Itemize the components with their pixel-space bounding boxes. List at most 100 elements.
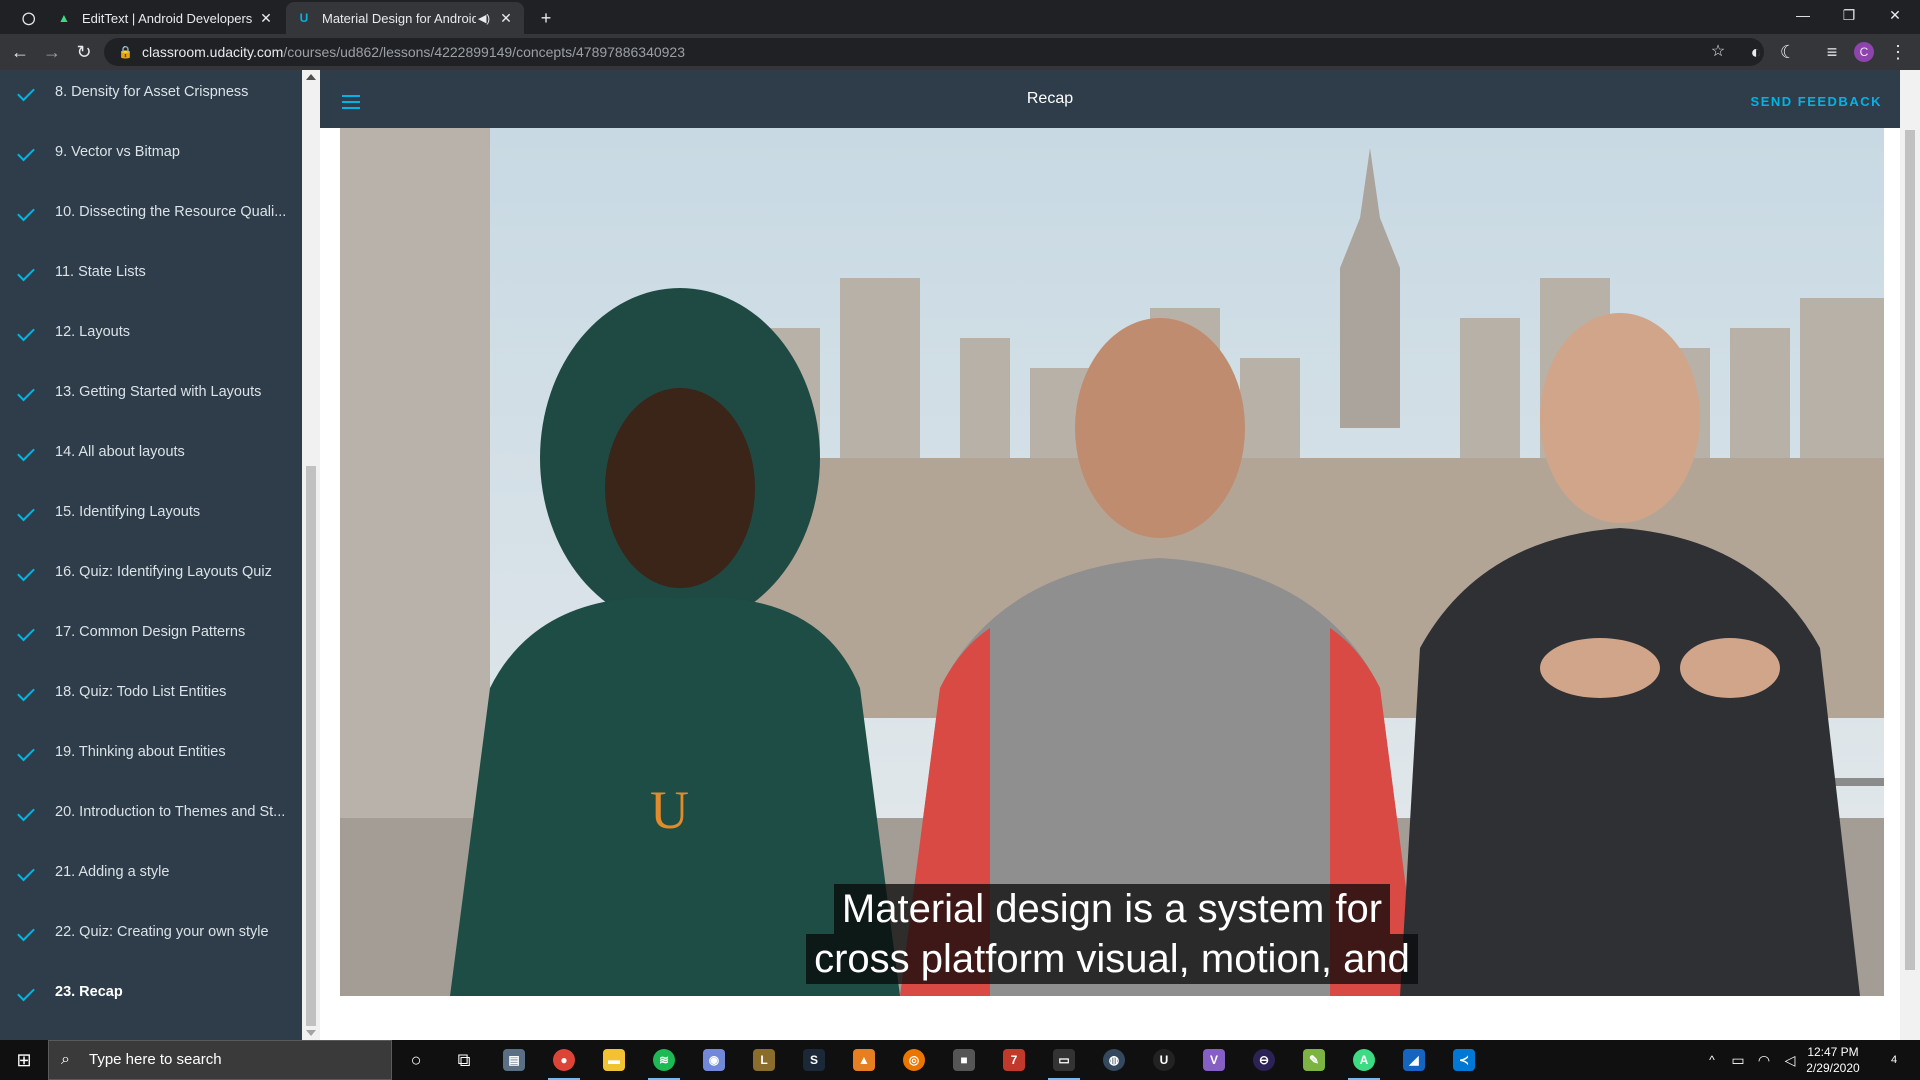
app-icon-dark[interactable]: ■ — [944, 1044, 984, 1076]
browser-toolbar: ← → ↻ 🔒 classroom.udacity.com/courses/ud… — [0, 34, 1920, 70]
check-icon — [17, 863, 35, 881]
eclipse-icon[interactable]: ⊖ — [1244, 1044, 1284, 1076]
tab-edittext[interactable]: ▲ EditText | Android Developers ✕ — [46, 2, 284, 34]
check-icon — [17, 923, 35, 941]
close-tab-icon[interactable]: ✕ — [498, 10, 514, 27]
battery-icon[interactable]: ▭ — [1726, 1044, 1750, 1076]
sidebar-item[interactable]: 18. Quiz: Todo List Entities — [0, 672, 302, 712]
forward-arrow-icon[interactable]: → — [40, 40, 64, 64]
sidebar-item-label: 14. All about layouts — [55, 444, 185, 460]
clock-time: 12:47 PM — [1807, 1045, 1859, 1059]
sidebar-item[interactable]: 10. Dissecting the Resource Quali... — [0, 192, 302, 232]
main-scrollbar[interactable] — [1900, 70, 1920, 1040]
main-content: Recap SEND FEEDBACK U Material design is… — [320, 70, 1920, 1040]
search-placeholder: Type here to search — [89, 1051, 222, 1068]
scroll-up-arrow-icon[interactable] — [306, 74, 316, 80]
scrollbar-thumb[interactable] — [1905, 130, 1915, 970]
check-icon — [17, 263, 35, 281]
sidebar-item-label: 22. Quiz: Creating your own style — [55, 924, 269, 940]
browser-tab-bar: ◯ ▲ EditText | Android Developers ✕ U Ma… — [0, 0, 1920, 34]
tab-title: Material Design for Android — [322, 10, 476, 26]
notifications-icon[interactable]: 4 — [1874, 1044, 1914, 1076]
video-captions: Material design is a system for cross pl… — [340, 884, 1884, 984]
tab-material-design[interactable]: U Material Design for Android ◀) ✕ — [286, 2, 524, 34]
unreal-engine-icon[interactable]: U — [1144, 1044, 1184, 1076]
new-tab-button[interactable]: + — [534, 6, 558, 30]
close-window-button[interactable]: ✕ — [1872, 0, 1918, 30]
game-launcher-icon[interactable]: L — [744, 1044, 784, 1076]
wifi-icon[interactable]: ◠ — [1752, 1044, 1776, 1076]
spotify-icon[interactable]: ≋ — [644, 1044, 684, 1080]
app-icon-vlc[interactable]: ▲ — [844, 1044, 884, 1076]
sidebar-item[interactable]: 17. Common Design Patterns — [0, 612, 302, 652]
bookmark-star-icon[interactable]: ☆ — [1706, 40, 1730, 64]
video-player[interactable]: U Material design is a system for cross … — [340, 128, 1884, 996]
sidebar-scrollbar[interactable] — [302, 70, 320, 1040]
system-clock[interactable]: 12:47 PM 2/29/2020 — [1796, 1044, 1870, 1076]
sidebar-item[interactable]: 9. Vector vs Bitmap — [0, 132, 302, 172]
minimize-button[interactable]: — — [1780, 0, 1826, 30]
discord-icon[interactable]: ◉ — [694, 1044, 734, 1076]
sidebar-item[interactable]: 14. All about layouts — [0, 432, 302, 472]
sidebar-item[interactable]: 12. Layouts — [0, 312, 302, 352]
back-arrow-icon[interactable]: ← — [8, 40, 32, 64]
notepad-icon[interactable]: ✎ — [1294, 1044, 1334, 1076]
tab-search-icon[interactable]: ◯ — [12, 2, 42, 34]
media-queue-icon[interactable]: ≡ — [1820, 40, 1844, 64]
sidebar-item[interactable]: 19. Thinking about Entities — [0, 732, 302, 772]
menu-kebab-icon[interactable]: ⋮ — [1886, 40, 1910, 64]
extension-moon-icon[interactable]: ☾ — [1776, 40, 1800, 64]
windows-taskbar: ⊞ ⌕ Type here to search ○ ⧉ ▤ ● ▬ ≋ ◉ L S… — [0, 1040, 1920, 1080]
send-feedback-button[interactable]: SEND FEEDBACK — [1751, 94, 1882, 109]
close-tab-icon[interactable]: ✕ — [258, 10, 274, 27]
blender-icon[interactable]: ◎ — [894, 1044, 934, 1076]
svg-text:U: U — [650, 780, 689, 840]
search-icon: ⌕ — [61, 1051, 70, 1068]
sidebar-item[interactable]: 22. Quiz: Creating your own style — [0, 912, 302, 952]
sidebar-item[interactable]: 11. State Lists — [0, 252, 302, 292]
windows-start-icon[interactable]: ⊞ — [4, 1044, 44, 1076]
lesson-header: Recap SEND FEEDBACK — [320, 70, 1900, 128]
video-frame: U — [340, 128, 1884, 996]
check-icon — [17, 383, 35, 401]
sidebar-item-label: 23. Recap — [55, 984, 123, 1000]
check-icon — [17, 83, 35, 101]
app-icon-globe[interactable]: ◍ — [1094, 1044, 1134, 1076]
extension-contrast-icon[interactable]: ◐ — [1744, 40, 1768, 64]
sidebar-item-active[interactable]: 23. Recap — [0, 972, 302, 1012]
scroll-down-arrow-icon[interactable] — [306, 1030, 316, 1036]
cortana-icon[interactable]: ○ — [396, 1044, 436, 1076]
restore-button[interactable]: ❐ — [1826, 0, 1872, 30]
sidebar-item-label: 12. Layouts — [55, 324, 130, 340]
check-icon — [17, 983, 35, 1001]
app-icon-shark[interactable]: ◢ — [1394, 1044, 1434, 1076]
app-icon-terminal[interactable]: ▭ — [1044, 1044, 1084, 1080]
chevron-up-icon[interactable]: ^ — [1700, 1044, 1724, 1076]
chrome-icon[interactable]: ● — [544, 1044, 584, 1080]
vscode-icon[interactable]: ≺ — [1444, 1044, 1484, 1076]
task-view-icon[interactable]: ⧉ — [444, 1044, 484, 1076]
caption-line: cross platform visual, motion, and — [806, 934, 1418, 984]
sidebar-item[interactable]: 21. Adding a style — [0, 852, 302, 892]
sidebar-item[interactable]: 16. Quiz: Identifying Layouts Quiz — [0, 552, 302, 592]
clock-date: 2/29/2020 — [1806, 1061, 1860, 1075]
sidebar-item[interactable]: 15. Identifying Layouts — [0, 492, 302, 532]
scrollbar-thumb[interactable] — [306, 466, 316, 1026]
sidebar-item[interactable]: 20. Introduction to Themes and St... — [0, 792, 302, 832]
file-explorer-icon[interactable]: ▬ — [594, 1044, 634, 1076]
reload-icon[interactable]: ↻ — [72, 40, 96, 64]
profile-avatar[interactable]: C — [1854, 42, 1874, 62]
audio-playing-icon[interactable]: ◀) — [476, 12, 492, 25]
app-icon-1[interactable]: ▤ — [494, 1044, 534, 1076]
address-bar[interactable]: 🔒 classroom.udacity.com/courses/ud862/le… — [104, 38, 1764, 66]
sidebar-item-label: 9. Vector vs Bitmap — [55, 144, 180, 160]
7zip-icon[interactable]: 7 — [994, 1044, 1034, 1076]
taskbar-search-input[interactable]: ⌕ Type here to search — [48, 1040, 392, 1080]
steam-icon[interactable]: S — [794, 1044, 834, 1076]
android-developers-icon: ▲ — [58, 11, 70, 25]
android-studio-icon[interactable]: A — [1344, 1044, 1384, 1080]
udacity-icon: U — [299, 11, 309, 25]
visual-studio-icon[interactable]: V — [1194, 1044, 1234, 1076]
sidebar-item[interactable]: 8. Density for Asset Crispness — [0, 72, 302, 112]
sidebar-item[interactable]: 13. Getting Started with Layouts — [0, 372, 302, 412]
